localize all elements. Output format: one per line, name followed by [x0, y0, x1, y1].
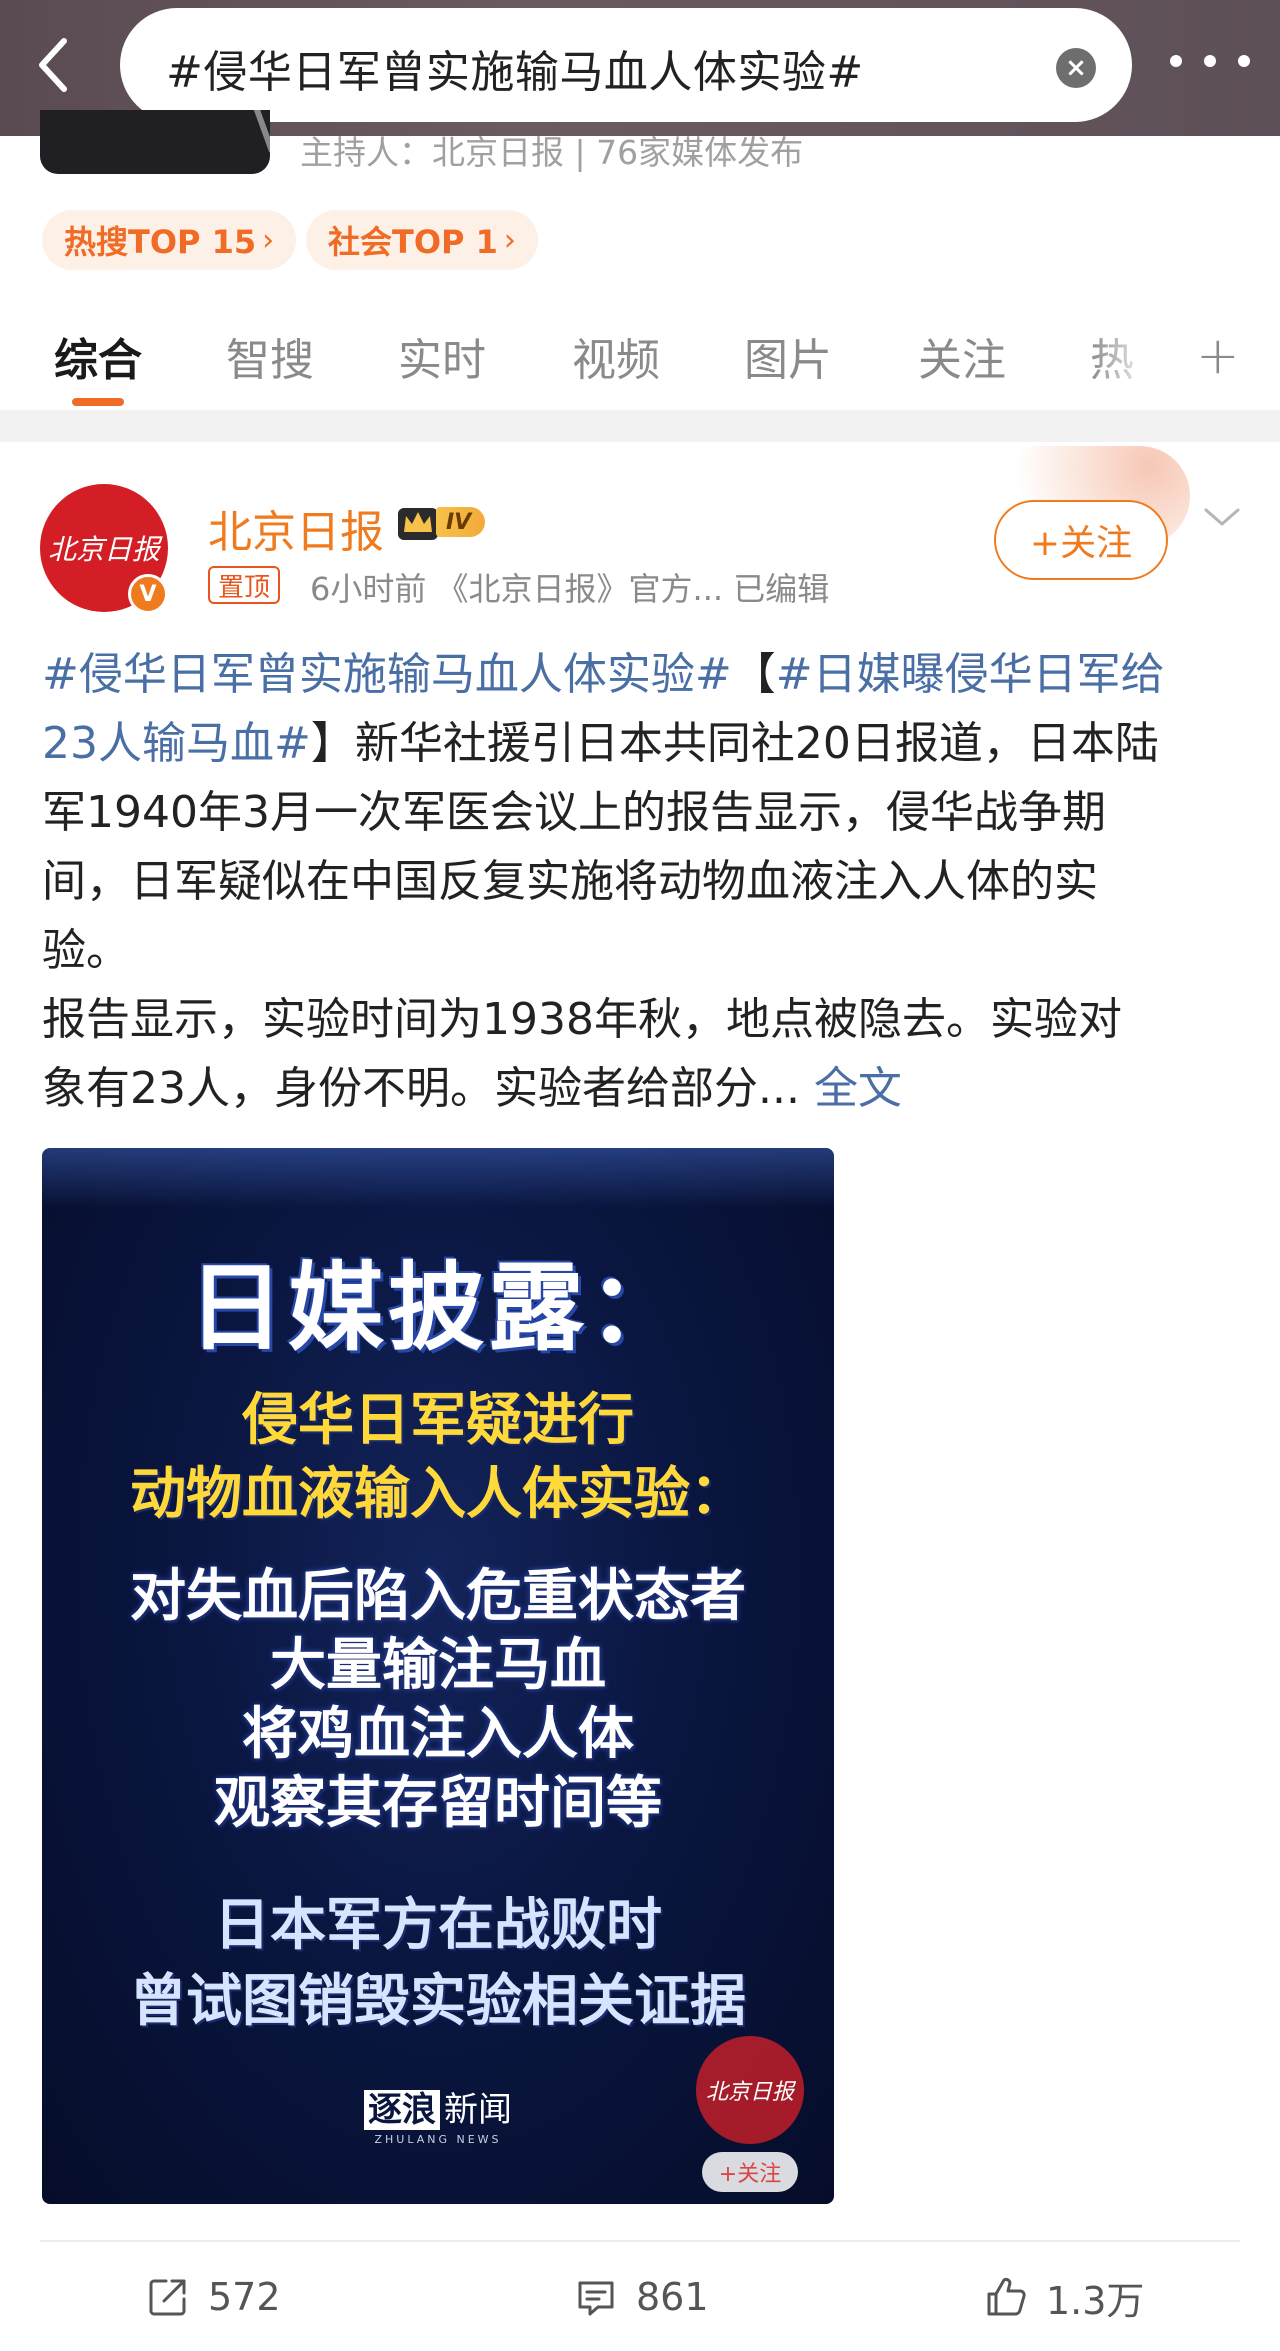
- topic-host-line: 主持人：北京日报 | 76家媒体发布: [300, 133, 804, 172]
- comment-count: 861: [636, 2275, 709, 2319]
- like-count: 1.3万: [1046, 2278, 1145, 2323]
- post-image[interactable]: 日媒披露： 侵华日军疑进行 动物血液输入人体实验： 对失血后陷入危重状态者 大量…: [42, 1148, 834, 2204]
- image-text-line: 观察其存留时间等: [214, 1771, 662, 1836]
- thumbs-up-icon: [987, 2277, 1026, 2316]
- hashtag-link[interactable]: 23人输马血#: [42, 718, 311, 769]
- image-source-logo: 逐浪 新闻 ZHULANG NEWS: [364, 2082, 512, 2146]
- image-text-line: 曾试图销毁实验相关证据: [130, 1969, 746, 2034]
- comment-button[interactable]: 861: [574, 2262, 709, 2332]
- search-query-text: #侵华日军曾实施输马血人体实验#: [166, 47, 864, 98]
- source-brand-name: 新闻: [444, 2090, 512, 2130]
- more-dot-icon: [1170, 55, 1182, 67]
- section-divider: [0, 410, 1280, 442]
- read-full-text-link[interactable]: 全文: [814, 1063, 902, 1114]
- search-input[interactable]: #侵华日军曾实施输马血人体实验# ×: [120, 8, 1132, 122]
- chevron-right-icon: ›: [262, 222, 275, 258]
- hot-tag-label: 热搜TOP 15: [64, 223, 257, 261]
- avatar-logo-text: 北京日报: [47, 533, 160, 566]
- post-text-line: #侵华日军曾实施输马血人体实验#【#日媒曝侵华日军给: [42, 640, 1242, 709]
- hot-search-rank-tag[interactable]: 热搜TOP 15 ›: [42, 210, 297, 270]
- body-text: 象有23人，身份不明。实验者给部分...: [42, 1063, 814, 1114]
- post-text-line: 间，日军疑似在中国反复实施将动物血液注入人体的实: [42, 856, 1098, 907]
- topic-thumbnail[interactable]: [40, 110, 270, 174]
- post-text-line: 23人输马血#】新华社援引日本共同社20日报道，日本陆: [42, 709, 1242, 778]
- source-subtitle: ZHULANG NEWS: [374, 2133, 502, 2146]
- source-brand: 逐浪 新闻: [364, 2082, 512, 2131]
- image-headline: 日媒披露：: [188, 1252, 688, 1364]
- more-options-button[interactable]: [1170, 46, 1250, 76]
- tab-fade-overlay: [1090, 310, 1160, 410]
- watermark-logo: 北京日报: [696, 2036, 804, 2144]
- follow-button[interactable]: +关注: [994, 500, 1168, 580]
- post-text-line: 象有23人，身份不明。实验者给部分... 全文: [42, 1054, 1242, 1123]
- bracket-text: 【: [731, 649, 776, 700]
- repost-icon: [149, 2279, 186, 2316]
- more-dot-icon: [1238, 55, 1250, 67]
- image-text-line: 大量输注马血: [270, 1633, 606, 1698]
- repost-button[interactable]: 572: [146, 2262, 281, 2332]
- image-text-line: 动物血液输入人体实验：: [130, 1462, 746, 1527]
- image-text-line: 侵华日军疑进行: [242, 1388, 634, 1453]
- tab-comprehensive[interactable]: 综合: [54, 324, 142, 388]
- verified-icon: V: [128, 574, 168, 614]
- watermark-follow-label: +关注: [702, 2152, 798, 2192]
- society-rank-tag[interactable]: 社会TOP 1 ›: [306, 210, 538, 270]
- tab-images[interactable]: 图片: [744, 324, 832, 388]
- hot-tag-label: 社会TOP 1: [328, 223, 498, 261]
- post-text-line: 验。: [42, 925, 130, 976]
- source-brand-mark: 逐浪: [364, 2090, 440, 2130]
- image-body-text: 对失血后陷入危重状态者 大量输注马血 将鸡血注入人体 观察其存留时间等: [42, 1562, 834, 1838]
- hashtag-link[interactable]: #日媒曝侵华日军给: [776, 649, 1165, 700]
- clear-search-button[interactable]: ×: [1056, 48, 1096, 88]
- action-bar-divider: [40, 2240, 1240, 2242]
- tab-realtime[interactable]: 实时: [398, 324, 486, 388]
- back-button[interactable]: [26, 30, 82, 100]
- active-tab-indicator: [72, 398, 124, 406]
- body-text: 】新华社援引日本共同社20日报道，日本陆: [310, 718, 1159, 769]
- chevron-down-icon[interactable]: [1200, 500, 1244, 532]
- more-dot-icon: [1204, 55, 1216, 67]
- author-name[interactable]: 北京日报: [208, 496, 384, 560]
- like-button[interactable]: 1.3万: [984, 2262, 1144, 2332]
- vip-level-label: IV: [436, 507, 486, 537]
- close-icon: ×: [1065, 53, 1087, 83]
- post-text-line: 军1940年3月一次军医会议上的报告显示，侵华战争期: [42, 787, 1106, 838]
- crown-icon: [398, 508, 438, 540]
- image-footer-text: 日本军方在战败时 曾试图销毁实验相关证据: [42, 1888, 834, 2040]
- pinned-badge: 置顶: [208, 566, 281, 604]
- tab-video[interactable]: 视频: [572, 324, 660, 388]
- tab-following[interactable]: 关注: [918, 324, 1006, 388]
- tab-smart-search[interactable]: 智搜: [226, 324, 314, 388]
- back-arrow-icon: [39, 38, 67, 92]
- image-subheadline: 侵华日军疑进行 动物血液输入人体实验：: [42, 1384, 834, 1532]
- repost-count: 572: [208, 2275, 281, 2319]
- post-text-line: 报告显示，实验时间为1938年秋，地点被隐去。实验对: [42, 994, 1122, 1045]
- add-tab-icon[interactable]: +: [1196, 326, 1240, 386]
- comment-icon: [578, 2281, 614, 2316]
- post-text: #侵华日军曾实施输马血人体实验#【#日媒曝侵华日军给 23人输马血#】新华社援引…: [42, 640, 1242, 1123]
- image-text-line: 对失血后陷入危重状态者: [130, 1564, 746, 1629]
- image-text-line: 日本军方在战败时: [214, 1893, 662, 1958]
- image-text-line: 将鸡血注入人体: [242, 1702, 634, 1767]
- chevron-right-icon: ›: [503, 222, 516, 258]
- search-tabs: 综合 智搜 实时 视频 图片 关注 热 +: [0, 310, 1280, 410]
- vip-badge[interactable]: IV: [396, 502, 486, 542]
- post-meta: 6小时前 《北京日报》官方... 已编辑: [310, 570, 830, 608]
- hashtag-link[interactable]: #侵华日军曾实施输马血人体实验#: [42, 649, 732, 700]
